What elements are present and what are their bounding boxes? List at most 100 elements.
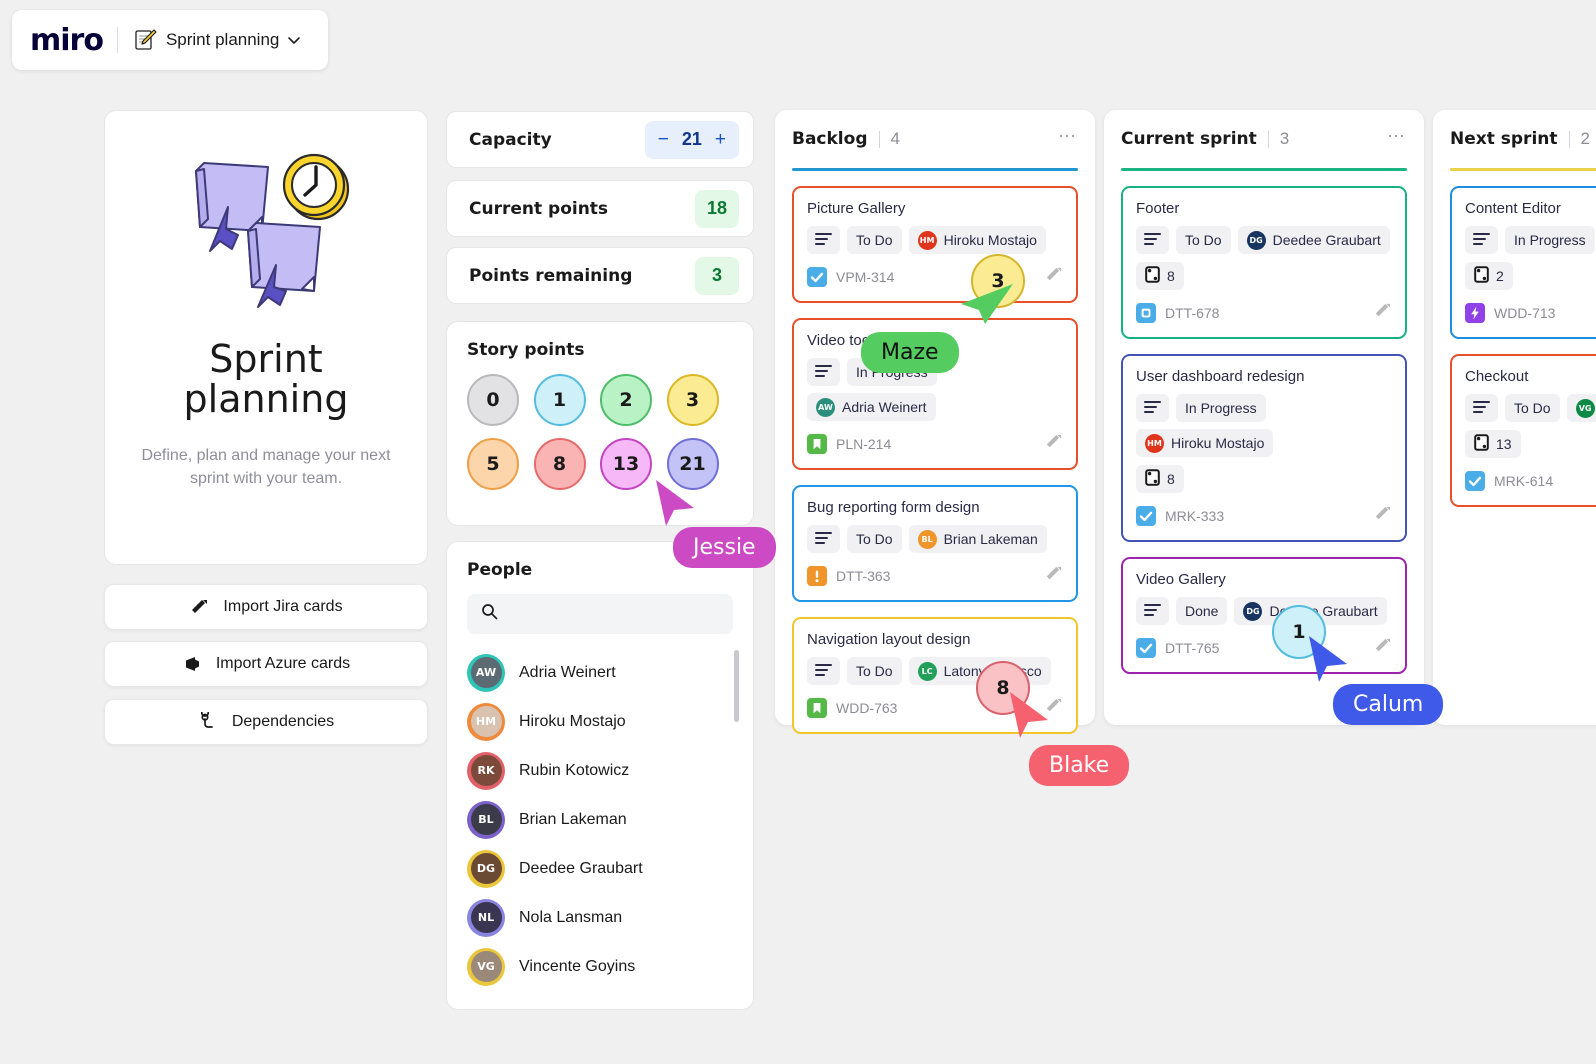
card-status-pill[interactable]: To Do [847, 226, 902, 254]
task-card[interactable]: Video tooltips In Progress AW Adria Weinert… [792, 318, 1078, 470]
card-status-pill[interactable]: To Do [847, 525, 902, 553]
card-story-points-pill[interactable]: 8 [1136, 465, 1184, 493]
task-card[interactable]: Bug reporting form design To Do BL Brian La… [792, 485, 1078, 602]
card-assignee-pill[interactable]: VG [1566, 394, 1596, 422]
card-status-pill[interactable]: In Progress [1505, 226, 1595, 254]
card-assignee-name: Hiroku Mostajo [943, 232, 1037, 248]
miro-board-canvas: miro Sprint planning Sprint planning Def… [0, 0, 1596, 1064]
card-story-points-pill[interactable]: 8 [1136, 262, 1184, 290]
card-description-pill[interactable] [1465, 394, 1498, 422]
capacity-stepper[interactable]: − 21 + [644, 120, 739, 159]
card-assignee-pill[interactable]: DG Deedee Graubart [1234, 597, 1387, 625]
story-point-chip-5[interactable]: 5 [467, 438, 519, 490]
story-point-chip-1[interactable]: 1 [533, 374, 586, 426]
story-point-chip-21[interactable]: 21 [666, 438, 719, 490]
card-footer: DTT-363 [807, 564, 1063, 588]
capacity-decrement-button[interactable]: − [658, 130, 669, 149]
avatar: HM [467, 702, 505, 741]
column-header: Backlog 4 ⋯ [792, 110, 1078, 168]
task-card[interactable]: Navigation layout design To Do LC Latonya C… [792, 617, 1078, 734]
card-points-row: 8 [1136, 465, 1392, 493]
card-description-pill[interactable] [807, 358, 840, 386]
avatar: DG [1243, 601, 1263, 621]
card-description-pill[interactable] [1136, 394, 1169, 422]
card-assignee-pill[interactable]: HM Hiroku Mostajo [1136, 429, 1274, 457]
card-description-pill[interactable] [1136, 226, 1169, 254]
dependencies-button[interactable]: Dependencies [104, 699, 428, 745]
more-options-icon[interactable]: ⋯ [1387, 127, 1407, 151]
card-assignee-pill[interactable]: DG Deedee Graubart [1237, 226, 1390, 254]
person-name: Deedee Graubart [519, 859, 643, 877]
card-description-pill[interactable] [807, 525, 840, 553]
card-description-pill[interactable] [807, 657, 840, 685]
person-row[interactable]: RK Rubin Kotowicz [467, 746, 733, 795]
board-title: Sprint planning [165, 30, 280, 49]
board-title-dropdown[interactable]: Sprint planning [132, 27, 301, 53]
people-search-input[interactable] [508, 605, 719, 623]
card-status-pill[interactable]: To Do [847, 657, 902, 685]
card-story-points-pill[interactable]: 2 [1465, 262, 1513, 290]
task-card[interactable]: User dashboard redesign In Progress HM Hiro… [1121, 354, 1407, 542]
import-azure-cards-button[interactable]: Import Azure cards [104, 641, 428, 687]
card-story-points-pill[interactable]: 13 [1465, 430, 1521, 458]
person-row[interactable]: AW Adria Weinert [467, 648, 733, 697]
more-options-icon[interactable]: ⋯ [1058, 127, 1078, 151]
import-azure-cards-label: Import Azure cards [215, 655, 351, 672]
card-assignee-pill[interactable]: LC Latonya Crusco [908, 657, 1051, 685]
jira-icon [1044, 564, 1063, 588]
person-row[interactable]: VG Vincente Goyins [467, 942, 733, 991]
person-row[interactable]: DG Deedee Graubart [467, 844, 733, 893]
story-point-chip-0[interactable]: 0 [467, 374, 519, 426]
card-description-pill[interactable] [1136, 597, 1169, 625]
card-status-pill[interactable]: To Do [1176, 226, 1231, 254]
task-card[interactable]: Content Editor In Progress 2 WDD-713 [1450, 186, 1596, 339]
import-jira-cards-button[interactable]: Import Jira cards [104, 584, 428, 630]
story-point-chip-3[interactable]: 3 [666, 374, 719, 426]
story-point-chip-8[interactable]: 8 [533, 438, 586, 490]
card-assignee-pill[interactable]: HM Hiroku Mostajo [908, 226, 1046, 254]
current-points-label: Current points [469, 198, 609, 219]
import-jira-cards-label: Import Jira cards [223, 598, 343, 615]
card-title: User dashboard redesign [1136, 368, 1305, 385]
avatar: AW [816, 397, 835, 417]
card-issue-key: WDD-763 [836, 700, 898, 716]
story-bookmark-icon [807, 698, 827, 718]
person-row[interactable]: NL Nola Lansman [467, 893, 733, 942]
column-divider [878, 130, 880, 148]
points-remaining-row: Points remaining 3 [446, 247, 754, 304]
card-assignee-name: Deedee Graubart [1269, 603, 1378, 619]
story-point-chip-2[interactable]: 2 [600, 374, 652, 426]
task-card[interactable]: Footer To Do DG Deedee Graubart 8 DTT-678 [1121, 186, 1407, 339]
card-description-pill[interactable] [1465, 226, 1498, 254]
chevron-down-icon[interactable] [287, 33, 301, 47]
capacity-increment-button[interactable]: + [715, 130, 726, 149]
person-row[interactable]: HM Hiroku Mostajo [467, 697, 733, 746]
card-footer: DTT-678 [1136, 301, 1392, 325]
miro-logo[interactable]: miro [30, 23, 104, 58]
card-assignee-name: Deedee Graubart [1272, 232, 1381, 248]
people-scrollbar[interactable] [734, 650, 739, 722]
card-assignee-pill[interactable]: BL Brian Lakeman [908, 525, 1047, 553]
capacity-value: 21 [681, 129, 702, 149]
column-accent-rule [1121, 168, 1407, 171]
people-search-box[interactable] [467, 594, 733, 634]
task-card[interactable]: Checkout To Do VG 13 MRK-614 [1450, 354, 1596, 507]
card-status-pill[interactable]: Done [1176, 597, 1228, 625]
task-card-icon [1136, 303, 1156, 323]
card-points-row: 13 [1465, 430, 1596, 458]
avatar: NL [467, 898, 505, 937]
card-status-pill[interactable]: To Do [1505, 394, 1560, 422]
story-point-chip-13[interactable]: 13 [600, 438, 652, 490]
task-card[interactable]: Video Gallery Done DG Deedee Graubart DTT-76… [1121, 557, 1407, 674]
card-status-pill[interactable]: In Progress [1176, 394, 1266, 422]
story-points-panel: Story points 0 1 2 3 5 8 13 21 [446, 321, 754, 526]
task-card[interactable]: Picture Gallery To Do HM Hiroku Mostajo VPM-… [792, 186, 1078, 303]
column-card-count: 3 [1279, 129, 1290, 148]
capacity-label: Capacity [469, 129, 552, 150]
card-points-row: 2 [1465, 262, 1596, 290]
card-assignee-pill[interactable]: AW Adria Weinert [807, 393, 936, 421]
card-description-pill[interactable] [807, 226, 840, 254]
card-status-pill[interactable]: In Progress [847, 358, 937, 386]
capacity-row: Capacity − 21 + [446, 111, 754, 168]
person-row[interactable]: BL Brian Lakeman [467, 795, 733, 844]
